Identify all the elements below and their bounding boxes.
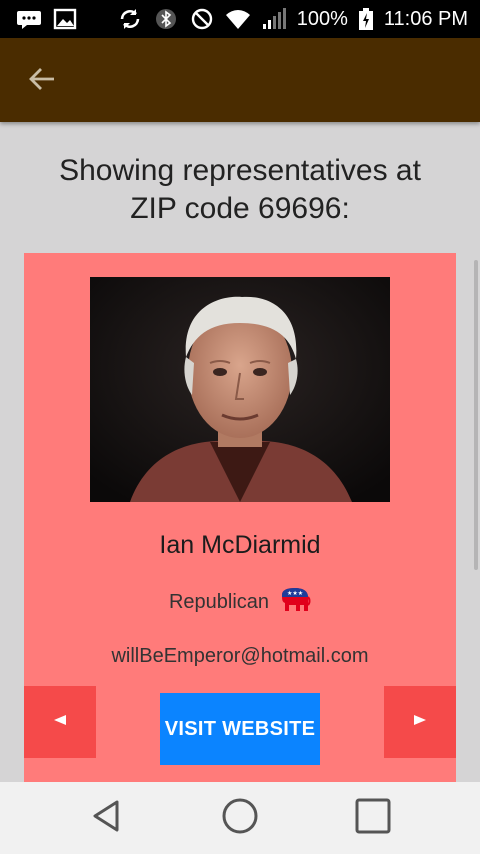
representative-photo: [90, 277, 390, 502]
recents-square-icon: [353, 796, 393, 841]
system-navigation-bar: [0, 782, 480, 854]
home-circle-icon: [220, 796, 260, 841]
bluetooth-icon: [153, 8, 179, 30]
previous-representative-button[interactable]: [24, 686, 96, 758]
next-representative-button[interactable]: [384, 686, 456, 758]
representative-email[interactable]: willBeEmperor@hotmail.com: [24, 645, 456, 668]
republican-elephant-icon: ★★★: [279, 587, 311, 618]
triangle-right-icon: [413, 713, 427, 732]
nav-back-button[interactable]: [77, 788, 137, 848]
status-bar: 100% 11:06 PM: [0, 0, 480, 38]
mute-icon: [189, 8, 215, 30]
clock: 11:06 PM: [383, 7, 468, 30]
page-title: Showing representatives at ZIP code 6969…: [0, 152, 480, 228]
scrollbar[interactable]: [474, 260, 478, 570]
page-title-line-2: ZIP code 69696:: [130, 192, 350, 225]
back-button[interactable]: [22, 66, 62, 96]
sync-icon: [117, 8, 143, 30]
signal-icon: [261, 8, 287, 30]
page-title-line-1: Showing representatives at: [59, 154, 421, 187]
wifi-icon: [225, 8, 251, 30]
image-notification-icon: [52, 8, 78, 30]
app-bar: [0, 38, 480, 122]
nav-home-button[interactable]: [210, 788, 270, 848]
battery-charging-icon: [358, 8, 374, 30]
party-label: Republican: [168, 591, 270, 613]
message-notification-icon: [16, 8, 42, 30]
visit-website-button[interactable]: VISIT WEBSITE: [160, 693, 320, 765]
party-row: Republican ★★★: [24, 587, 456, 618]
nav-recents-button[interactable]: [343, 788, 403, 848]
back-triangle-icon: [87, 796, 127, 841]
representative-card: Ian McDiarmid Republican ★★★ willBeEmper…: [24, 253, 456, 783]
back-arrow-icon: [28, 65, 56, 98]
battery-percent: 100%: [296, 7, 348, 30]
svg-text:★★★: ★★★: [287, 590, 303, 597]
triangle-left-icon: [53, 713, 67, 732]
representative-name: Ian McDiarmid: [159, 531, 321, 559]
